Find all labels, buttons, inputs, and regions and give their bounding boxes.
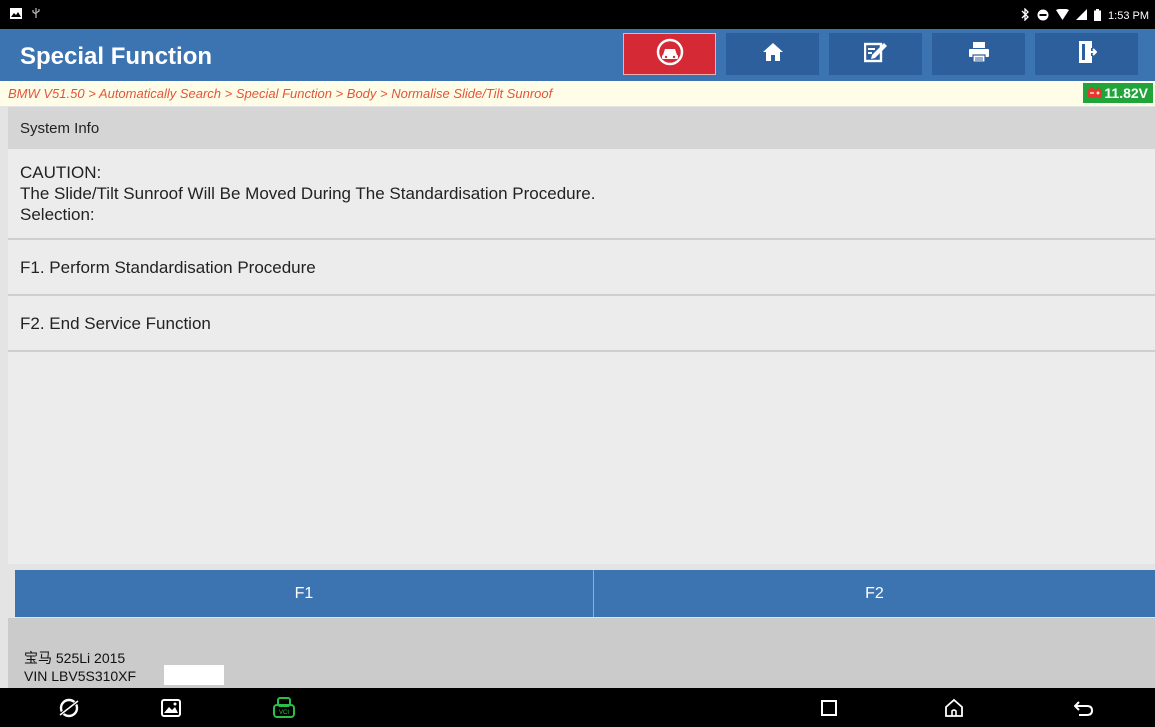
- section-header: System Info: [8, 107, 1155, 149]
- back-icon[interactable]: [1070, 695, 1098, 721]
- caution-message: CAUTION: The Slide/Tilt Sunroof Will Be …: [8, 149, 1155, 240]
- option-label: F2. End Service Function: [20, 314, 211, 333]
- f1-button[interactable]: F1: [15, 570, 594, 617]
- do-not-disturb-icon: [1037, 9, 1049, 24]
- vci-icon[interactable]: VCI: [270, 695, 298, 721]
- gallery-icon[interactable]: [157, 695, 185, 721]
- exit-icon: [1077, 40, 1097, 69]
- print-button[interactable]: [932, 33, 1025, 75]
- print-icon: [968, 41, 990, 68]
- breadcrumb: BMW V51.50 > Automatically Search > Spec…: [0, 81, 1155, 106]
- usb-icon: [30, 7, 42, 22]
- selection-label: Selection:: [20, 205, 95, 224]
- f1-button-label: F1: [294, 584, 314, 602]
- vin-redaction: [164, 665, 224, 685]
- edit-icon: [863, 41, 888, 68]
- wifi-icon: [1056, 8, 1070, 23]
- option-end-service-function[interactable]: F2. End Service Function: [8, 296, 1155, 352]
- caution-text: The Slide/Tilt Sunroof Will Be Moved Dur…: [20, 184, 596, 203]
- bluetooth-icon: [1021, 7, 1030, 24]
- header-bar: Special Function: [0, 29, 1155, 81]
- caution-heading: CAUTION:: [20, 163, 102, 182]
- home-nav-icon[interactable]: [940, 695, 968, 721]
- navigation-bar: VCI: [0, 688, 1155, 727]
- status-time: 1:53 PM: [1108, 10, 1149, 22]
- home-button[interactable]: [726, 33, 819, 75]
- option-label: F1. Perform Standardisation Procedure: [20, 258, 316, 277]
- signal-icon: [1076, 9, 1088, 23]
- section-title: System Info: [20, 120, 100, 137]
- status-bar: 1:53 PM: [0, 0, 1155, 29]
- browser-icon[interactable]: [55, 695, 83, 721]
- vehicle-vin: VIN LBV5S310XF: [24, 668, 137, 684]
- option-perform-standardisation[interactable]: F1. Perform Standardisation Procedure: [8, 240, 1155, 296]
- vehicle-info-footer: 宝马 525Li 2015 VIN LBV5S310XF: [8, 618, 1155, 688]
- f2-button[interactable]: F2: [594, 570, 1155, 617]
- page-title: Special Function: [20, 43, 213, 70]
- car-battery-icon: [1088, 85, 1103, 101]
- f2-button-label: F2: [865, 584, 884, 602]
- vehicle-diagnostic-button[interactable]: [623, 33, 716, 75]
- svg-text:VCI: VCI: [279, 710, 289, 716]
- vehicle-model: 宝马 525Li 2015: [24, 650, 126, 666]
- content-panel: CAUTION: The Slide/Tilt Sunroof Will Be …: [8, 149, 1155, 564]
- battery-voltage-badge: 11.82V: [1083, 83, 1153, 103]
- function-button-bar: F1 F2: [15, 570, 1155, 617]
- exit-button[interactable]: [1035, 33, 1138, 75]
- battery-icon: [1094, 8, 1102, 24]
- breadcrumb-path: BMW V51.50 > Automatically Search > Spec…: [8, 86, 553, 101]
- recent-apps-icon[interactable]: [815, 695, 843, 721]
- battery-voltage: 11.82V: [1104, 85, 1148, 101]
- home-icon: [762, 41, 784, 68]
- image-notification-icon: [10, 7, 22, 22]
- vehicle-diagnostic-icon: [656, 38, 684, 71]
- edit-button[interactable]: [829, 33, 922, 75]
